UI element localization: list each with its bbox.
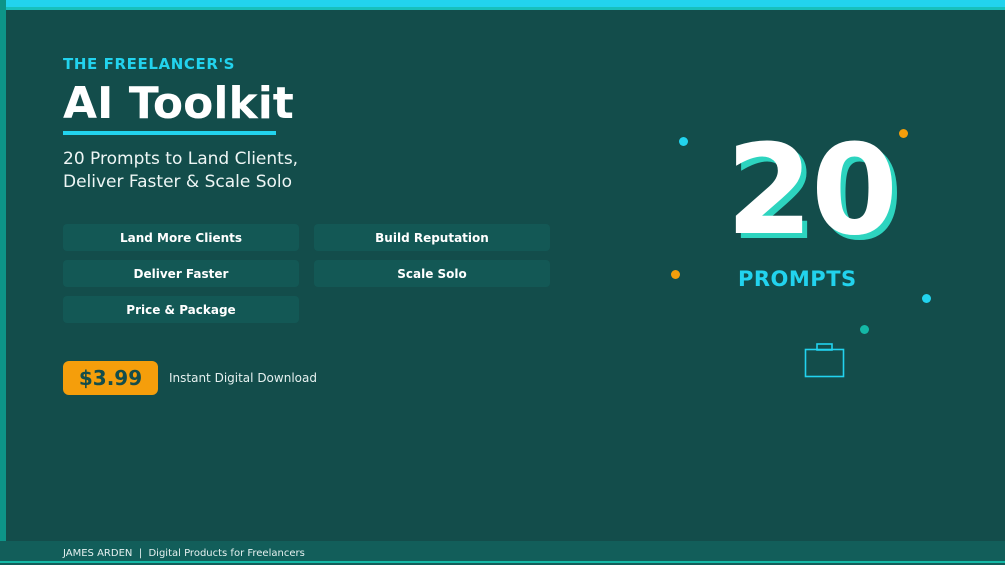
page-title: AI Toolkit xyxy=(63,78,294,129)
download-note: Instant Digital Download xyxy=(169,371,317,385)
footer-text: JAMES ARDEN | Digital Products for Freel… xyxy=(63,548,305,559)
footer-line xyxy=(0,561,1005,563)
eyebrow-text: THE FREELANCER'S xyxy=(63,55,236,73)
briefcase-icon xyxy=(804,343,845,378)
footer-separator: | xyxy=(138,548,143,559)
decor-dot xyxy=(860,325,869,334)
hero-number: 20 xyxy=(726,118,898,263)
footer-author: JAMES ARDEN xyxy=(63,548,133,559)
left-accent-bar xyxy=(0,0,6,565)
feature-chip-deliver-faster: Deliver Faster xyxy=(63,260,299,287)
top-accent-shade xyxy=(0,7,1005,10)
decor-dot xyxy=(899,129,908,138)
feature-chip-scale-solo: Scale Solo xyxy=(314,260,550,287)
footer-tagline: Digital Products for Freelancers xyxy=(148,548,305,559)
decor-dot xyxy=(679,137,688,146)
feature-chip-price-package: Price & Package xyxy=(63,296,299,323)
hero-label: PROMPTS xyxy=(738,267,857,291)
feature-chip-build-reputation: Build Reputation xyxy=(314,224,550,251)
price-badge: $3.99 xyxy=(63,361,158,395)
feature-chip-land-more-clients: Land More Clients xyxy=(63,224,299,251)
decor-dot xyxy=(671,270,680,279)
title-underline xyxy=(63,131,276,135)
subtitle-line-2: Deliver Faster & Scale Solo xyxy=(63,172,293,192)
subtitle: 20 Prompts to Land Clients, Deliver Fast… xyxy=(63,148,298,194)
decor-dot xyxy=(922,294,931,303)
subtitle-line-1: 20 Prompts to Land Clients, xyxy=(63,149,299,169)
